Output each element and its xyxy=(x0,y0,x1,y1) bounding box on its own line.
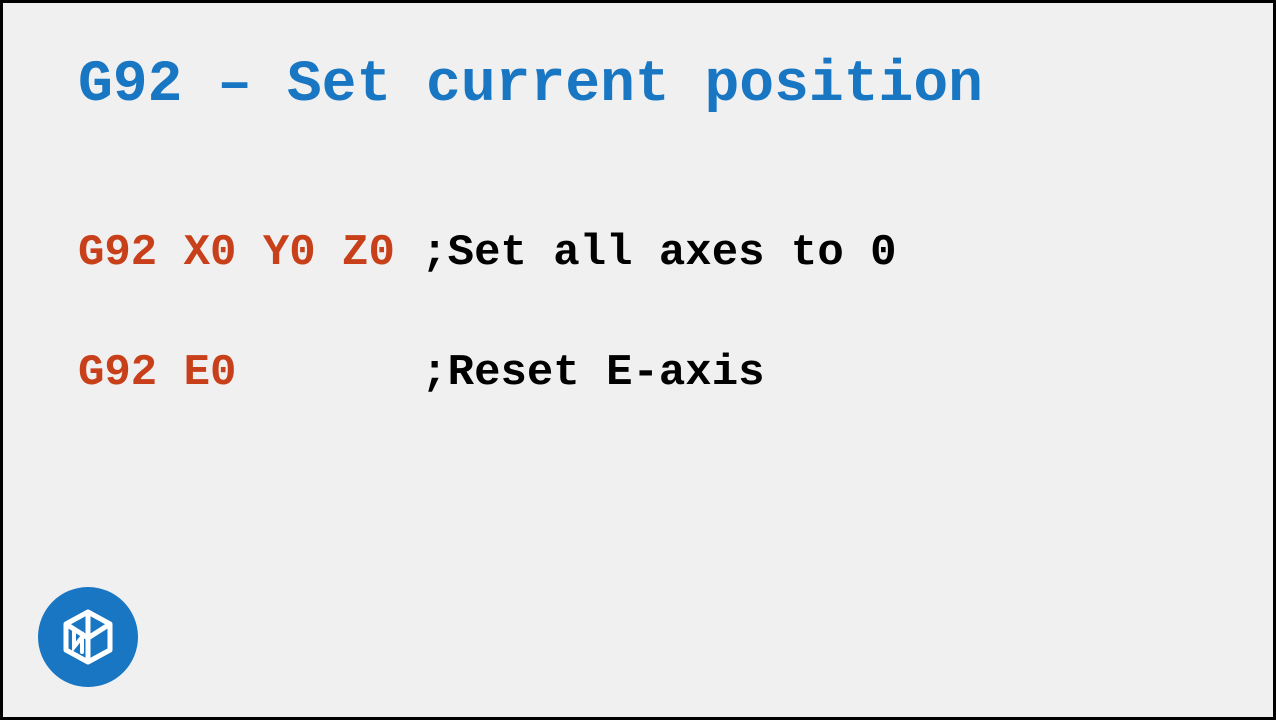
gcode-command: G92 X0 Y0 Z0 xyxy=(78,228,421,278)
brand-logo xyxy=(38,587,138,687)
gcode-comment: ;Set all axes to 0 xyxy=(421,228,896,278)
slide-title: G92 – Set current position xyxy=(78,53,1198,118)
code-line-2: G92 E0 ;Reset E-axis xyxy=(78,348,1198,398)
cube-icon xyxy=(58,607,118,667)
slide: G92 – Set current position G92 X0 Y0 Z0 … xyxy=(0,0,1276,720)
logo-circle xyxy=(38,587,138,687)
code-line-1: G92 X0 Y0 Z0 ;Set all axes to 0 xyxy=(78,228,1198,278)
gcode-command: G92 E0 xyxy=(78,348,421,398)
gcode-comment: ;Reset E-axis xyxy=(421,348,764,398)
